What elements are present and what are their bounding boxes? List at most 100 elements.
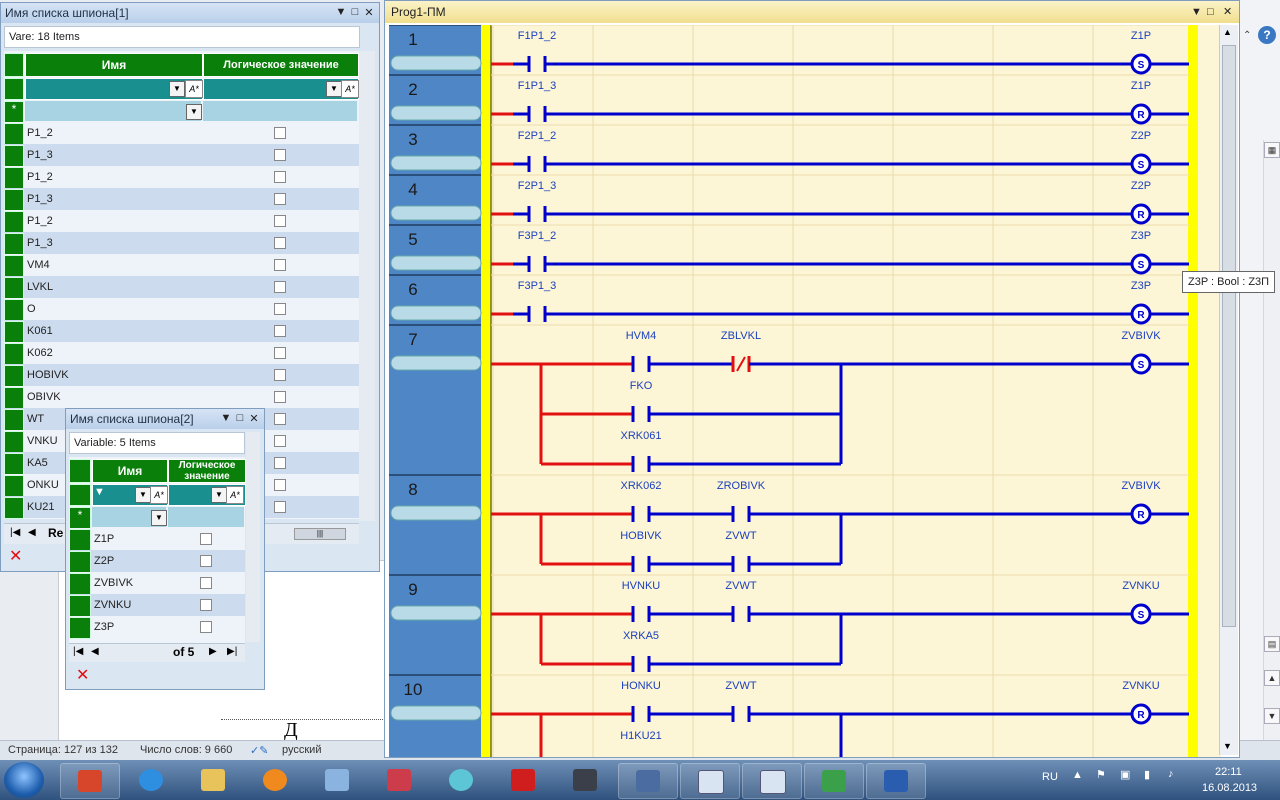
row-selector[interactable]: [4, 475, 24, 497]
spy-window-1-title[interactable]: Имя списка шпиона[1]: [1, 3, 379, 23]
variable-name-cell[interactable]: VM4: [25, 254, 203, 276]
close-icon[interactable]: ✕: [1223, 1, 1232, 23]
spellcheck-icon[interactable]: ✓✎: [250, 744, 268, 757]
row-selector[interactable]: [4, 431, 24, 453]
spy-grid-2-vscrollbar[interactable]: [246, 432, 260, 642]
tray-flag-icon[interactable]: ⚑: [1096, 768, 1106, 781]
table-row[interactable]: Z2P: [69, 550, 245, 573]
spy-grid-1-vscrollbar[interactable]: [359, 51, 375, 521]
variable-name-cell[interactable]: P1_2: [25, 166, 203, 188]
variable-name-cell[interactable]: LVKL: [25, 276, 203, 298]
taskbar-app-network[interactable]: [618, 763, 678, 799]
taskbar-app-explorer[interactable]: [184, 763, 242, 797]
table-row[interactable]: Z1P: [69, 528, 245, 551]
row-selector[interactable]: [4, 343, 24, 365]
taskbar-app-media[interactable]: [246, 763, 304, 797]
maximize-icon[interactable]: □: [1207, 1, 1214, 23]
row-selector[interactable]: [4, 233, 24, 255]
new-row-icon[interactable]: *: [4, 101, 24, 123]
scroll-up-icon[interactable]: ▲: [1223, 27, 1232, 37]
table-row[interactable]: P1_3: [4, 188, 359, 211]
nav-prev-icon[interactable]: ◀: [28, 527, 36, 538]
maximize-icon[interactable]: □: [349, 6, 361, 18]
taskbar-app-word[interactable]: [866, 763, 926, 799]
filter-value-operator-icon[interactable]: A*: [226, 486, 244, 504]
column-header-name[interactable]: Имя: [92, 459, 168, 483]
filter-dropdown-icon[interactable]: ▼: [169, 81, 185, 97]
ladder-diagram[interactable]: 1 S F1P1_2 Z1P 2 R F1P1_3 Z1P 3 S F2P1_2 Z2P 4 R F2P1_…: [389, 25, 1221, 757]
tray-network-icon[interactable]: ▮: [1144, 768, 1150, 781]
boolean-checkbox[interactable]: [274, 413, 286, 425]
boolean-checkbox[interactable]: [200, 599, 212, 611]
tray-time[interactable]: 22:11: [1215, 766, 1242, 778]
filter-dropdown-icon[interactable]: ▼: [135, 487, 151, 503]
new-row-name-cell[interactable]: [25, 101, 201, 121]
variable-name-cell[interactable]: Z1P: [92, 528, 168, 550]
table-row[interactable]: P1_3: [4, 232, 359, 255]
boolean-checkbox[interactable]: [274, 193, 286, 205]
hscroll-thumb[interactable]: |||: [294, 528, 346, 540]
table-row[interactable]: VM4: [4, 254, 359, 277]
taskbar-app-disk[interactable]: [432, 763, 490, 797]
row-selector[interactable]: [69, 551, 91, 573]
start-button[interactable]: [4, 762, 44, 798]
variable-name-cell[interactable]: P1_2: [25, 210, 203, 232]
help-button[interactable]: ?: [1258, 26, 1276, 44]
row-selector[interactable]: [4, 387, 24, 409]
boolean-checkbox[interactable]: [274, 501, 286, 513]
row-selector[interactable]: [69, 529, 91, 551]
taskbar-app-maxpack[interactable]: [494, 763, 552, 797]
table-row[interactable]: ZVBIVK: [69, 572, 245, 595]
boolean-checkbox[interactable]: [200, 577, 212, 589]
table-row[interactable]: LVKL: [4, 276, 359, 299]
table-row[interactable]: ZVNKU: [69, 594, 245, 617]
nav-first-icon[interactable]: |◀: [10, 527, 20, 538]
variable-name-cell[interactable]: O: [25, 298, 203, 320]
tray-language[interactable]: RU: [1042, 771, 1058, 783]
row-selector[interactable]: [4, 189, 24, 211]
boolean-checkbox[interactable]: [274, 369, 286, 381]
table-row[interactable]: P1_2: [4, 210, 359, 233]
scroll-down-icon[interactable]: ▼: [1264, 708, 1280, 724]
dropdown-icon[interactable]: ▼: [220, 412, 232, 424]
delete-icon[interactable]: ✕: [76, 665, 89, 685]
row-selector[interactable]: [4, 123, 24, 145]
nav-last-icon[interactable]: ▶|: [227, 646, 237, 657]
variable-name-cell[interactable]: Z2P: [92, 550, 168, 572]
taskbar-app-recorder[interactable]: [804, 763, 864, 799]
row-selector[interactable]: [4, 409, 24, 431]
funnel-icon[interactable]: ▼: [94, 486, 105, 498]
row-selector[interactable]: [69, 595, 91, 617]
table-row[interactable]: HOBIVK: [4, 364, 359, 387]
boolean-checkbox[interactable]: [274, 215, 286, 227]
tray-volume-icon[interactable]: ♪: [1168, 768, 1174, 780]
status-language[interactable]: русский: [282, 744, 321, 756]
row-selector[interactable]: [4, 453, 24, 475]
taskbar-app-ie[interactable]: [122, 763, 180, 797]
boolean-checkbox[interactable]: [274, 237, 286, 249]
filter-value-dropdown-icon[interactable]: ▼: [326, 81, 342, 97]
column-header-value[interactable]: Логическое значение: [168, 459, 246, 483]
variable-name-cell[interactable]: P1_3: [25, 188, 203, 210]
filter-value-operator-icon[interactable]: A*: [341, 80, 359, 98]
close-icon[interactable]: ✕: [248, 412, 260, 425]
column-header-name[interactable]: Имя: [25, 53, 203, 77]
delete-icon[interactable]: ✕: [9, 546, 22, 566]
boolean-checkbox[interactable]: [274, 281, 286, 293]
nav-first-icon[interactable]: |◀: [73, 646, 83, 657]
taskbar-app-search[interactable]: [308, 763, 366, 797]
table-row[interactable]: P1_3: [4, 144, 359, 167]
variable-name-cell[interactable]: K061: [25, 320, 203, 342]
tray-date[interactable]: 16.08.2013: [1202, 782, 1257, 794]
variable-name-cell[interactable]: Z3P: [92, 616, 168, 638]
new-row-dropdown-icon[interactable]: ▼: [151, 510, 167, 526]
boolean-checkbox[interactable]: [200, 533, 212, 545]
table-row[interactable]: Z3P: [69, 616, 245, 639]
new-row-dropdown-icon[interactable]: ▼: [186, 104, 202, 120]
ladder-vertical-scrollbar[interactable]: ▲ ▼: [1219, 25, 1238, 755]
status-word-count[interactable]: Число слов: 9 660: [140, 744, 232, 756]
tray-expand-icon[interactable]: ▲: [1072, 769, 1083, 781]
scroll-thumb[interactable]: [1222, 45, 1236, 627]
new-row-icon[interactable]: *: [69, 507, 91, 529]
boolean-checkbox[interactable]: [274, 325, 286, 337]
